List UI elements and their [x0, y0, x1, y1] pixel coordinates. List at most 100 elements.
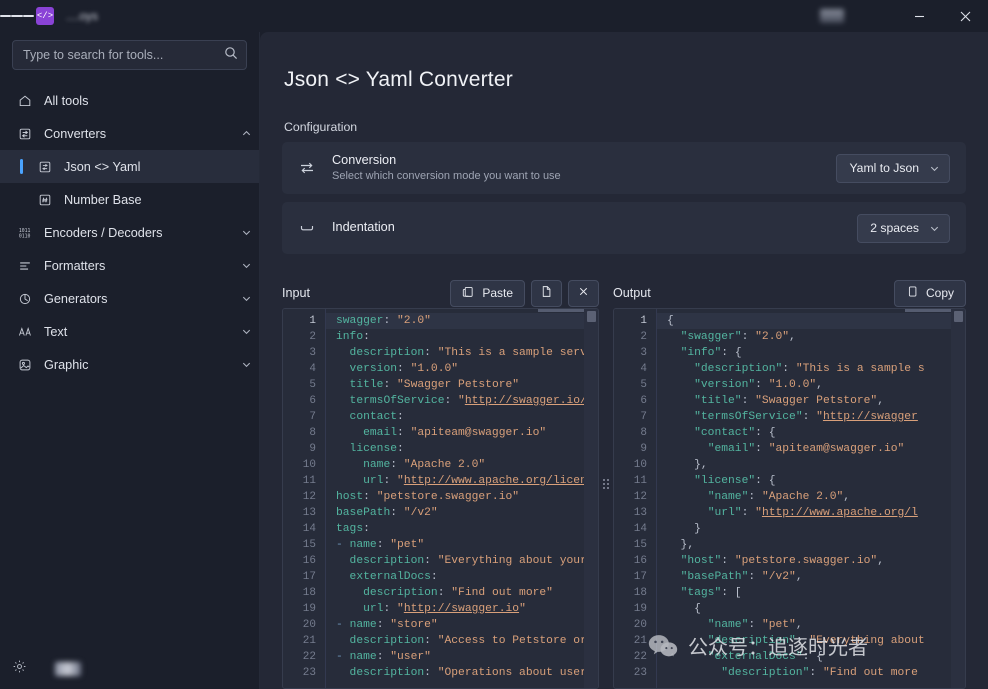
clear-input-button[interactable]	[568, 279, 599, 307]
sidebar-item-encoders-decoders[interactable]: 1011 0110 Encoders / Decoders	[0, 216, 259, 249]
paste-button[interactable]: Paste	[450, 279, 525, 307]
chevron-down-icon[interactable]	[233, 326, 259, 337]
chevron-down-icon[interactable]	[233, 227, 259, 238]
code-line: }	[667, 521, 965, 537]
code-token: "description"	[721, 667, 810, 679]
close-icon	[577, 285, 590, 301]
line-number: 11	[633, 475, 647, 487]
titlebar-blurred-control[interactable]	[820, 9, 844, 23]
input-toolbar: Paste	[450, 279, 599, 307]
code-token: "petstore.swagger.io"	[376, 491, 520, 503]
search-input[interactable]	[23, 48, 224, 62]
output-minimap-thumb[interactable]	[954, 311, 963, 322]
conversion-mode-dropdown[interactable]: Yaml to Json	[836, 153, 950, 183]
splitter-grip-icon	[603, 478, 609, 489]
indentation-dropdown[interactable]: 2 spaces	[857, 213, 950, 243]
code-line: url: "http://swagger.io"	[336, 601, 598, 617]
pane-splitter[interactable]	[599, 278, 613, 689]
code-line: url: "http://www.apache.org/licen	[336, 473, 598, 489]
output-code-area[interactable]: { "swagger": "2.0", "info": { "descripti…	[656, 309, 965, 688]
code-link[interactable]: http://www.apache.org/licen	[404, 475, 587, 487]
hamburger-icon[interactable]	[0, 0, 34, 32]
code-token: "Operations about user	[437, 667, 587, 679]
input-editor[interactable]: 1 2 3 4 5 6 7 8 9 10 11 12 13 14 15 16 17 18 19 20 21 22 23 sw…	[282, 308, 599, 689]
sidebar-item-generators[interactable]: Generators	[0, 282, 259, 315]
sidebar-item-all-tools[interactable]: All tools	[0, 84, 259, 117]
line-number: 12	[302, 491, 316, 503]
line-number: 21	[302, 635, 316, 647]
line-number: 23	[633, 667, 647, 679]
close-button[interactable]	[942, 0, 988, 32]
svg-text:1011: 1011	[19, 228, 31, 234]
code-link[interactable]: http://swagger.io/	[465, 395, 587, 407]
sidebar-item-converters[interactable]: Converters	[0, 117, 259, 150]
code-token: "/v2"	[403, 507, 438, 519]
code-token: "apiteam@swagger.io"	[410, 427, 547, 439]
code-line: externalDocs:	[336, 569, 598, 585]
copy-button[interactable]: Copy	[893, 279, 966, 307]
indentation-value: 2 spaces	[870, 221, 919, 235]
chevron-down-icon[interactable]	[233, 260, 259, 271]
code-token: version	[336, 363, 398, 375]
code-token: "store"	[390, 619, 438, 631]
line-number: 3	[309, 347, 316, 359]
status-blurred-item[interactable]	[55, 662, 81, 676]
code-line: "info": {	[667, 345, 965, 361]
input-minimap-thumb[interactable]	[587, 311, 596, 322]
code-token: :	[390, 459, 404, 471]
code-token: tags	[336, 523, 364, 535]
line-number: 15	[302, 539, 316, 551]
code-line: },	[667, 537, 965, 553]
code-token: host	[336, 491, 364, 503]
sidebar-item-json-yaml[interactable]: Json <> Yaml	[0, 150, 259, 183]
code-token: name	[349, 539, 377, 551]
sidebar-label: All tools	[44, 93, 89, 108]
sidebar-label: Number Base	[64, 192, 142, 207]
input-minimap[interactable]	[584, 309, 598, 688]
code-line: "contact": {	[667, 425, 965, 441]
code-link[interactable]: http://swagger.io	[404, 603, 519, 615]
code-line: "name": "pet",	[667, 617, 965, 633]
code-token: :	[376, 619, 391, 631]
sidebar-item-text[interactable]: Text	[0, 315, 259, 348]
code-line: "externalDocs": {	[667, 649, 965, 665]
sidebar-item-graphic[interactable]: Graphic	[0, 348, 259, 381]
code-line: {	[657, 313, 965, 329]
output-minimap[interactable]	[951, 309, 965, 688]
code-token: name	[336, 459, 391, 471]
input-code-area[interactable]: swagger: "2.0" info: description: "This i…	[325, 309, 598, 688]
output-editor[interactable]: 1 2 3 4 5 6 7 8 9 10 11 12 13 14 15 16 17 18 19 20 21 22 23 { …	[613, 308, 966, 689]
gear-icon[interactable]	[12, 659, 27, 679]
chevron-up-icon[interactable]	[233, 128, 259, 139]
code-token: -	[336, 539, 350, 551]
code-token: contact	[336, 411, 398, 423]
title-bar: </> ....oys	[0, 0, 988, 32]
code-token: : [	[721, 587, 742, 599]
minimize-button[interactable]	[896, 0, 942, 32]
code-token: {	[667, 603, 701, 615]
code-token: swagger	[336, 315, 384, 327]
code-token: :	[397, 411, 404, 423]
code-line: },	[667, 457, 965, 473]
line-number: 8	[640, 427, 647, 439]
line-number: 3	[640, 347, 647, 359]
code-link[interactable]: http://swagger	[823, 411, 918, 423]
code-token: "name"	[707, 491, 749, 503]
hash-icon	[34, 193, 56, 207]
code-line: - name: "pet"	[336, 537, 598, 553]
input-pane-header: Input Paste	[282, 278, 599, 308]
code-token: :	[424, 555, 438, 567]
code-token: "	[458, 395, 465, 407]
output-label: Output	[613, 286, 651, 300]
chevron-down-icon[interactable]	[233, 359, 259, 370]
sidebar-item-formatters[interactable]: Formatters	[0, 249, 259, 282]
search-box[interactable]	[12, 40, 247, 70]
line-number: 14	[302, 523, 316, 535]
sidebar-item-number-base[interactable]: Number Base	[0, 183, 259, 216]
code-token: :	[383, 379, 398, 391]
chevron-down-icon[interactable]	[233, 293, 259, 304]
open-file-button[interactable]	[531, 279, 562, 307]
generate-icon	[14, 292, 36, 306]
code-link[interactable]: http://www.apache.org/l	[762, 507, 918, 519]
